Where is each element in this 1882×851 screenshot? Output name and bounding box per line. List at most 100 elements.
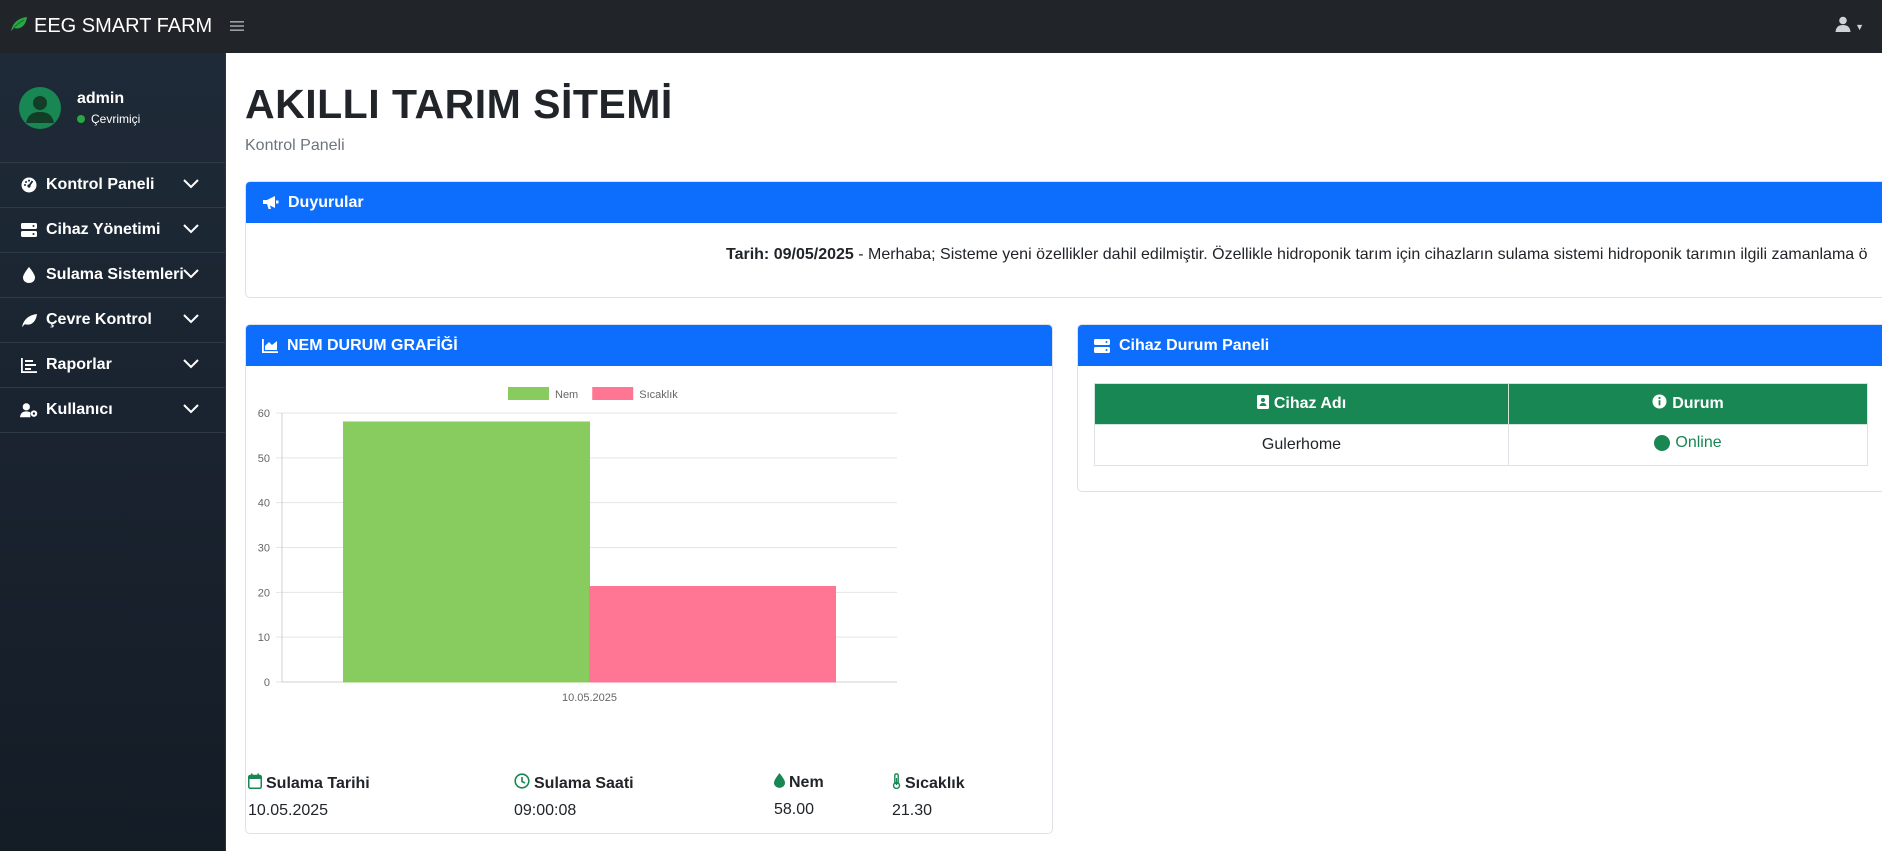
sidebar-item-sulama-sistemleri[interactable]: Sulama Sistemleri [0,253,225,298]
device-name-cell: Gulerhome [1094,424,1509,466]
device-table: Cihaz Adı Durum Gulerhome Online [1094,383,1868,466]
column-header-label: Durum [1672,395,1724,412]
leaf-icon [10,15,34,38]
table-row[interactable]: Gulerhome Online [1094,424,1868,466]
legend-swatch [592,387,634,400]
y-tick-label: 60 [258,408,270,420]
irrigation-stats: Sulama Tarihi 10.05.2025 Sulama Saati 09… [246,773,1052,833]
y-tick-label: 40 [258,498,270,510]
stat-temperature: Sıcaklık 21.30 [892,773,965,820]
stat-label: Nem [789,774,824,791]
y-tick-label: 30 [258,543,270,555]
stat-value: 58.00 [774,801,815,818]
status-label: Online [1675,434,1722,451]
announcement-item: Tarih: 09/05/2025 - Merhaba; Sisteme yen… [726,246,1868,264]
announcements-title: Duyurular [288,193,364,211]
chevron-down-icon [182,267,200,285]
sidebar-item-kullanici[interactable]: Kullanıcı [0,388,225,433]
column-header-label: Cihaz Adı [1273,395,1347,412]
server-icon [20,221,38,239]
id-card-icon [1256,394,1274,414]
legend-label: Nem [555,389,578,401]
top-navbar: EEG SMART FARM ▼ [0,0,1882,53]
droplet-icon [20,266,38,284]
sidebar-item-kontrol-paneli[interactable]: Kontrol Paneli [0,163,225,208]
column-header-status: Durum [1508,383,1868,425]
sidebar-item-cevre-kontrol[interactable]: Çevre Kontrol [0,298,225,343]
y-tick-label: 10 [258,632,270,644]
calendar-icon [248,773,266,794]
stat-value: 09:00:08 [514,802,577,819]
thermometer-icon [892,773,905,794]
moisture-chart-card: NEM DURUM GRAFİĞİ 0 10 20 30 40 50 60 10.05.202… [245,324,1053,834]
chart-area-icon [262,338,278,353]
table-header-row: Cihaz Adı Durum [1094,383,1868,425]
user-panel[interactable]: admin Çevrimiçi [0,53,225,163]
device-card-title: Cihaz Durum Paneli [1119,336,1270,354]
brand-title: EEG SMART FARM [34,15,213,37]
chart-card-title: NEM DURUM GRAFİĞİ [287,336,458,354]
sidebar-item-raporlar[interactable]: Raporlar [0,343,225,388]
chart-bar-icon [20,356,38,374]
chevron-down-icon [182,357,200,375]
device-card-header: Cihaz Durum Paneli [1078,325,1882,366]
device-status-cell: Online [1508,424,1868,466]
droplet-icon [774,773,789,793]
bar-nem [343,421,590,683]
legend-label: Sıcaklık [639,389,678,401]
y-tick-label: 20 [258,587,270,599]
user-name: admin [77,89,125,107]
sidebar-item-cihaz-yonetimi[interactable]: Cihaz Yönetimi [0,208,225,253]
sidebar: admin Çevrimiçi Kontrol Paneli Cihaz Yön… [0,53,226,851]
announcement-date: Tarih: 09/05/2025 [726,246,854,263]
chevron-down-icon [182,222,200,240]
x-tick-label: 10.05.2025 [562,692,617,704]
brand-link[interactable]: EEG SMART FARM [0,0,226,53]
chart-card-header: NEM DURUM GRAFİĞİ [246,325,1052,366]
page-title: AKILLI TARIM SİTEMİ [245,81,673,127]
stat-value: 21.30 [892,802,933,819]
announcements-body: Tarih: 09/05/2025 - Merhaba; Sisteme yen… [246,223,1882,297]
stat-label: Sıcaklık [905,774,965,792]
column-header-device-name: Cihaz Adı [1094,383,1509,425]
main-content: AKILLI TARIM SİTEMİ Kontrol Paneli Duyur… [227,53,1882,851]
sidebar-item-label: Cihaz Yönetimi [46,221,161,238]
status-dot-icon [1654,435,1671,451]
legend-swatch [508,387,549,400]
user-cog-icon [20,401,38,419]
user-status: Çevrimiçi [77,112,140,126]
stat-label: Sulama Saati [534,774,634,792]
stat-value: 10.05.2025 [248,802,329,819]
caret-down-icon: ▼ [1855,21,1864,32]
server-icon [1094,338,1110,353]
tachometer-icon [20,176,38,194]
clock-icon [514,773,534,794]
info-circle-icon [1652,394,1672,414]
stat-label: Sulama Tarihi [266,774,370,792]
bars-icon[interactable] [230,16,244,37]
announcements-card: Duyurular Tarih: 09/05/2025 - Merhaba; S… [245,181,1882,298]
announcements-header: Duyurular [246,182,1882,223]
avatar [19,86,61,129]
moisture-bar-chart: 0 10 20 30 40 50 60 10.05.2025 Nem Sıcaklık [258,387,897,704]
chevron-down-icon [182,312,200,330]
stat-moisture: Nem 58.00 [774,773,824,819]
stat-irrigation-time: Sulama Saati 09:00:08 [514,773,634,820]
page-subtitle: Kontrol Paneli [245,137,345,154]
sidebar-item-label: Çevre Kontrol [46,311,152,328]
announcement-text: - Merhaba; Sisteme yeni özellikler dahil… [853,246,1868,263]
status-badge: Online [1654,434,1722,452]
sidebar-item-label: Kullanıcı [46,401,113,418]
online-dot-icon [77,114,85,123]
chevron-down-icon [182,402,200,420]
stat-irrigation-date: Sulama Tarihi 10.05.2025 [248,773,370,820]
sidebar-item-label: Raporlar [46,356,112,373]
user-icon [1835,16,1851,37]
user-dropdown[interactable]: ▼ [1835,16,1864,37]
leaf-icon [20,311,38,329]
device-status-card: Cihaz Durum Paneli Cihaz Adı Durum Guler… [1077,324,1882,492]
bullhorn-icon [262,195,279,210]
y-tick-label: 50 [258,453,270,465]
user-status-label: Çevrimiçi [91,111,141,126]
sidebar-item-label: Kontrol Paneli [46,176,155,193]
